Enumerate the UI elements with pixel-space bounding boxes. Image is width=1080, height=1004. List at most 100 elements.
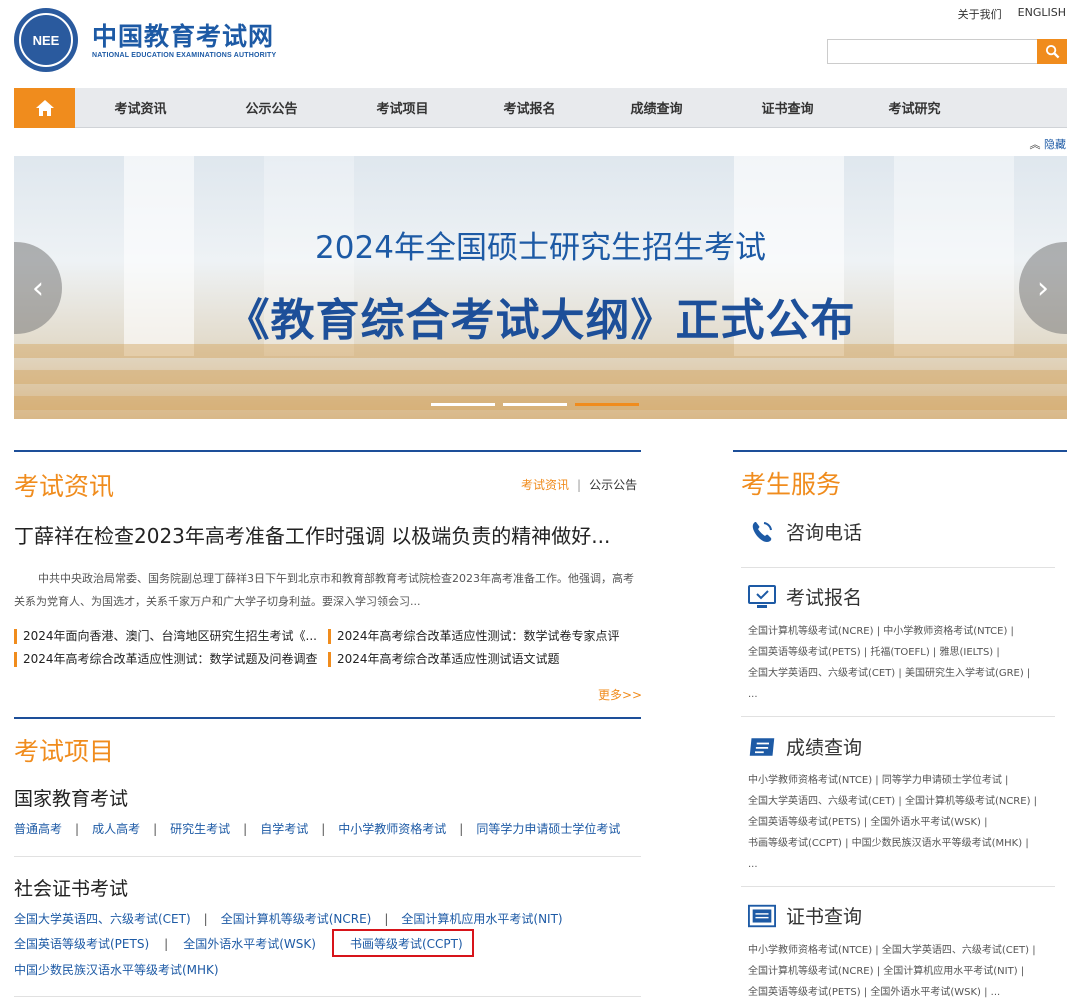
- banner-title: 《教育综合考试大纲》正式公布: [225, 295, 856, 346]
- separator: |: [75, 822, 80, 836]
- phone-label: 咨询电话: [786, 522, 863, 544]
- monitor-icon: [748, 584, 776, 609]
- exam-link[interactable]: 中小学教师资格考试: [338, 822, 446, 836]
- divider: [741, 716, 1055, 717]
- news-item[interactable]: 2024年高考综合改革适应性测试语文试题: [328, 652, 641, 667]
- carousel-indicators: [431, 403, 639, 406]
- separator: |: [164, 937, 169, 951]
- exam-link[interactable]: 全国大学英语四、六级考试(CET): [14, 912, 191, 926]
- national-exam-links: 普通高考 | 成人高考 | 研究生考试 | 自学考试 | 中小学教师资格考试 | 同等学力申请硕士学…: [14, 820, 620, 837]
- news-item[interactable]: 2024年高考综合改革适应性测试：数学试卷专家点评: [328, 629, 641, 644]
- phone-icon: [748, 520, 776, 544]
- logo-text: 中国教育考试网 NATIONAL EDUCATION EXAMINATIONS …: [92, 22, 276, 59]
- exam-link[interactable]: 全国计算机等级考试(NCRE): [221, 912, 372, 926]
- scores-line[interactable]: 书画等级考试(CCPT) | 中国少数民族汉语水平等级考试(MHK) |: [748, 833, 1058, 854]
- certificates-heading[interactable]: 证书查询: [748, 902, 862, 929]
- news-headline[interactable]: 丁薛祥在检查2023年高考准备工作时强调 以极端负责的精神做好...: [14, 520, 634, 549]
- certificates-line[interactable]: 全国计算机等级考试(NCRE) | 全国计算机应用水平考试(NIT) |: [748, 961, 1058, 982]
- registration-line[interactable]: 全国英语等级考试(PETS) | 托福(TOEFL) | 雅思(IELTS) |: [748, 642, 1058, 663]
- registration-line[interactable]: ...: [748, 684, 1058, 705]
- exam-link[interactable]: 同等学力申请硕士学位考试: [476, 822, 620, 836]
- search-button[interactable]: [1037, 39, 1067, 64]
- home-icon: [35, 99, 54, 116]
- desk-row: [14, 370, 1067, 384]
- hide-label: 隐藏: [1044, 138, 1066, 151]
- nav-items: 考试资讯 公示公告 考试项目 考试报名 成绩查询 证书查询 考试研究: [75, 98, 1067, 117]
- nav-item[interactable]: 考试项目: [337, 98, 468, 117]
- exam-link[interactable]: 成人高考: [92, 822, 140, 836]
- phone-consult[interactable]: 咨询电话: [748, 518, 862, 545]
- separator: |: [203, 912, 208, 926]
- exam-link[interactable]: 全国计算机应用水平考试(NIT): [401, 912, 562, 926]
- english-link[interactable]: ENGLISH: [1018, 6, 1066, 22]
- nav-item[interactable]: 证书查询: [722, 98, 853, 117]
- carousel-dot[interactable]: [431, 403, 495, 406]
- registration-title: 考试报名: [786, 587, 863, 609]
- exam-link[interactable]: 中国少数民族汉语水平等级考试(MHK): [14, 963, 219, 977]
- section-divider: [14, 717, 641, 719]
- separator: |: [384, 912, 389, 926]
- divider: [14, 996, 641, 997]
- scores-line[interactable]: 中小学教师资格考试(NTCE) | 同等学力申请硕士学位考试 |: [748, 770, 1058, 791]
- site-logo[interactable]: NEE 中国教育考试网 NATIONAL EDUCATION EXAMINATI…: [14, 8, 276, 72]
- carousel-dot[interactable]: [575, 403, 639, 406]
- search-input[interactable]: [827, 39, 1037, 64]
- certificates-title: 证书查询: [786, 906, 863, 928]
- scores-line[interactable]: 全国大学英语四、六级考试(CET) | 全国计算机等级考试(NCRE) |: [748, 791, 1058, 812]
- certificates-line[interactable]: 中小学教师资格考试(NTCE) | 全国大学英语四、六级考试(CET) |: [748, 940, 1058, 961]
- registration-line[interactable]: 全国计算机等级考试(NCRE) | 中小学教师资格考试(NTCE) |: [748, 621, 1058, 642]
- nav-item[interactable]: 考试资讯: [75, 98, 206, 117]
- certificates-list: 中小学教师资格考试(NTCE) | 全国大学英语四、六级考试(CET) | 全国…: [748, 940, 1058, 1003]
- chevron-left-icon: ‹: [32, 270, 44, 306]
- scores-list: 中小学教师资格考试(NTCE) | 同等学力申请硕士学位考试 | 全国大学英语四…: [748, 770, 1058, 875]
- top-links: 关于我们 ENGLISH: [958, 6, 1066, 22]
- about-us-link[interactable]: 关于我们: [958, 6, 1002, 22]
- search-icon: [1045, 44, 1059, 59]
- banner-subtitle: 2024年全国硕士研究生招生考试: [315, 230, 766, 266]
- separator: |: [459, 822, 464, 836]
- nee-emblem-icon: NEE: [14, 8, 78, 72]
- exam-news-link[interactable]: 考试资讯: [521, 478, 569, 492]
- exam-news-title: 考试资讯: [14, 472, 115, 501]
- hide-banner-link[interactable]: ︽ 隐藏: [1030, 136, 1067, 152]
- exam-link[interactable]: 全国外语水平考试(WSK): [183, 937, 316, 951]
- report-icon: [748, 735, 776, 759]
- nav-item[interactable]: 考试报名: [468, 98, 591, 117]
- exam-link[interactable]: 研究生考试: [170, 822, 230, 836]
- registration-line[interactable]: 全国大学英语四、六级考试(CET) | 美国研究生入学考试(GRE) |: [748, 663, 1058, 684]
- scores-title: 成绩查询: [786, 737, 863, 759]
- exam-projects-title: 考试项目: [14, 737, 115, 766]
- exam-link[interactable]: 全国英语等级考试(PETS): [14, 937, 149, 951]
- scores-heading[interactable]: 成绩查询: [748, 733, 862, 760]
- nav-item[interactable]: 成绩查询: [591, 98, 722, 117]
- services-title: 考生服务: [741, 470, 842, 499]
- news-item[interactable]: 2024年高考综合改革适应性测试：数学试题及问卷调查: [14, 652, 328, 667]
- carousel-dot[interactable]: [503, 403, 567, 406]
- nav-item[interactable]: 公示公告: [206, 98, 337, 117]
- section-divider: [14, 450, 641, 452]
- separator: |: [577, 478, 582, 492]
- banner-carousel[interactable]: 2024年全国硕士研究生招生考试 《教育综合考试大纲》正式公布 ‹ ›: [14, 156, 1067, 419]
- news-summary: 中共中央政治局常委、国务院副总理丁薛祥3日下午到北京市和教育部教育考试院检查20…: [14, 572, 634, 608]
- registration-list: 全国计算机等级考试(NCRE) | 中小学教师资格考试(NTCE) | 全国英语…: [748, 621, 1058, 705]
- more-link[interactable]: 更多>>: [598, 686, 642, 703]
- nav-item[interactable]: 考试研究: [853, 98, 976, 117]
- news-item[interactable]: 2024年面向香港、澳门、台湾地区研究生招生考试《...: [14, 629, 328, 644]
- search-bar: [827, 39, 1067, 64]
- registration-heading[interactable]: 考试报名: [748, 583, 862, 610]
- scores-line[interactable]: 全国英语等级考试(PETS) | 全国外语水平考试(WSK) |: [748, 812, 1058, 833]
- separator: |: [243, 822, 248, 836]
- separator: |: [321, 822, 326, 836]
- collapse-icon: ︽: [1029, 138, 1041, 151]
- chevron-right-icon: ›: [1037, 270, 1049, 306]
- scores-line[interactable]: ...: [748, 854, 1058, 875]
- announcements-link[interactable]: 公示公告: [589, 478, 637, 492]
- home-button[interactable]: [14, 87, 75, 128]
- national-exams-title: 国家教育考试: [14, 788, 129, 810]
- exam-link[interactable]: 自学考试: [260, 822, 308, 836]
- separator: |: [153, 822, 158, 836]
- section-divider: [733, 450, 1067, 452]
- news-list: 2024年面向香港、澳门、台湾地区研究生招生考试《... 2024年高考综合改革…: [14, 629, 641, 667]
- exam-link[interactable]: 普通高考: [14, 822, 62, 836]
- certificates-line[interactable]: 全国英语等级考试(PETS) | 全国外语水平考试(WSK) | ...: [748, 982, 1058, 1003]
